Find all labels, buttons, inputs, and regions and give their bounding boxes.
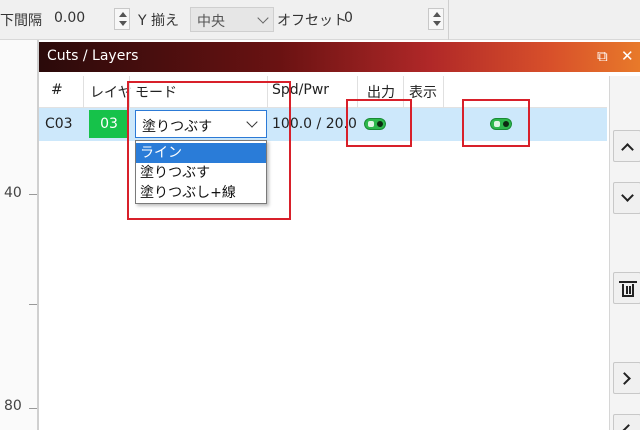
col-header-show[interactable]: 表示: [409, 82, 437, 102]
close-icon[interactable]: ✕: [621, 48, 634, 64]
vertical-ruler: 40 80: [0, 40, 38, 430]
ruler-label: 80: [4, 398, 22, 414]
spin-down-icon[interactable]: [119, 21, 127, 26]
ruler-tick: [29, 194, 37, 195]
highlight-box-output: [346, 99, 412, 147]
cuts-layers-panel: Cuts / Layers ⧉ ✕ # レイヤ モード Spd/Pwr 出力 表…: [38, 40, 640, 430]
chevron-down-icon: [621, 189, 634, 202]
column-divider: [443, 76, 444, 108]
panel-titlebar[interactable]: Cuts / Layers ⧉ ✕: [39, 42, 640, 72]
delete-layer-button[interactable]: [613, 272, 640, 304]
spacing-value-field[interactable]: 0.00: [54, 10, 85, 26]
collapse-left-button[interactable]: [613, 414, 640, 430]
spacing-label: 下間隔: [0, 13, 42, 29]
move-down-button[interactable]: [613, 182, 640, 214]
offset-spinner[interactable]: [428, 8, 444, 30]
ruler-tick: [29, 408, 37, 409]
spin-up-icon[interactable]: [433, 12, 441, 17]
ruler-tick: [29, 304, 37, 305]
y-align-value: 中央: [197, 14, 225, 30]
y-align-label: Y 揃え: [138, 13, 180, 29]
offset-label: オフセット: [277, 13, 347, 29]
chevron-up-icon: [621, 143, 634, 156]
chevron-down-icon: [257, 12, 269, 24]
expand-right-button[interactable]: [613, 362, 640, 394]
chevron-right-icon: [618, 372, 631, 385]
chevron-left-icon: [622, 424, 635, 430]
move-up-button[interactable]: [613, 130, 640, 162]
spin-down-icon[interactable]: [433, 21, 441, 26]
column-divider: [83, 76, 84, 108]
ruler-label: 40: [4, 185, 22, 201]
y-align-select[interactable]: 中央: [190, 7, 274, 32]
toolbar-divider: [448, 0, 449, 40]
layer-color-swatch[interactable]: 03: [89, 110, 129, 138]
trash-line: [626, 286, 628, 294]
col-header-num[interactable]: #: [51, 82, 63, 98]
col-header-layer[interactable]: レイヤ: [90, 82, 132, 102]
top-toolbar: 下間隔 0.00 Y 揃え 中央 オフセット 0: [0, 0, 640, 40]
panel-title: Cuts / Layers: [47, 48, 139, 64]
layer-actions-bar: [609, 76, 640, 430]
row-number: C03: [45, 116, 73, 132]
float-window-icon[interactable]: ⧉: [597, 48, 608, 64]
highlight-box-show: [462, 99, 530, 147]
trash-lid: [619, 281, 637, 283]
offset-value-field[interactable]: 0: [344, 10, 353, 26]
spin-up-icon[interactable]: [119, 12, 127, 17]
trash-icon: [619, 281, 637, 297]
spacing-spinner[interactable]: [114, 8, 130, 30]
trash-bin: [622, 284, 634, 297]
highlight-box-mode: [127, 81, 291, 220]
trash-line: [629, 286, 631, 294]
